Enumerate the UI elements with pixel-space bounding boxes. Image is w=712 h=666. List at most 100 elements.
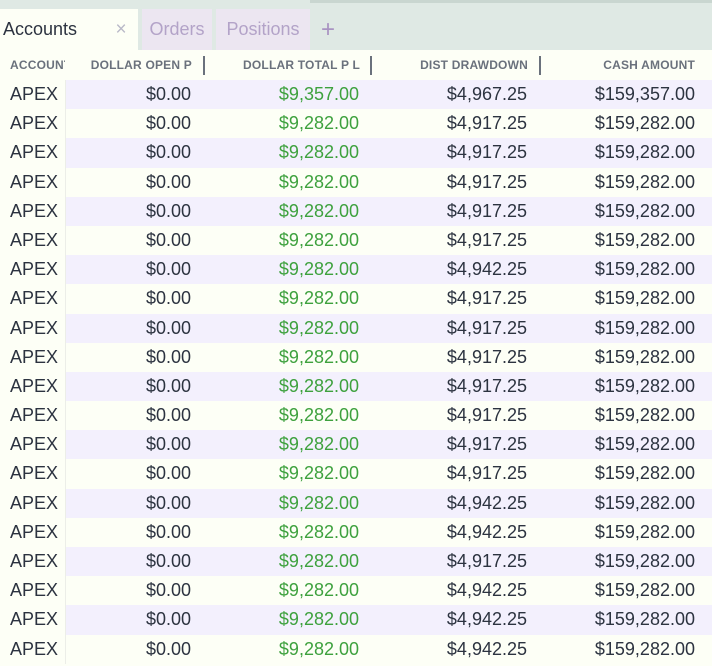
accounts-panel: Accounts × Orders Positions + ACCOUNT DO…	[0, 0, 712, 666]
account-cell: APEX	[10, 434, 59, 455]
tab-orders[interactable]: Orders	[142, 9, 212, 50]
column-divider	[65, 371, 66, 402]
table-row[interactable]: APEX $0.00 $9,282.00 $4,917.25 $159,282.00	[0, 401, 712, 431]
add-tab-icon[interactable]: +	[314, 9, 342, 50]
column-divider	[65, 401, 66, 431]
dollar-open-pl-cell: $0.00	[145, 405, 191, 426]
dollar-open-pl-cell: $0.00	[145, 113, 191, 134]
dist-drawdown-cell: $4,942.25	[446, 609, 527, 630]
table-row[interactable]: APEX $0.00 $9,282.00 $4,942.25 $159,282.00	[0, 488, 712, 518]
cash-amount-cell: $159,282.00	[594, 580, 695, 601]
tab-accounts-label: Accounts	[3, 19, 78, 39]
column-header-dollar-total-pl[interactable]: DOLLAR TOTAL P L	[210, 50, 360, 80]
dollar-total-pl-cell: $9,282.00	[278, 434, 359, 455]
dollar-total-pl-cell: $9,282.00	[278, 521, 359, 542]
table-row[interactable]: APEX $0.00 $9,282.00 $4,917.25 $159,282.00	[0, 547, 712, 577]
dollar-open-pl-cell: $0.00	[145, 580, 191, 601]
dist-drawdown-cell: $4,917.25	[446, 551, 527, 571]
table-row[interactable]: APEX $0.00 $9,282.00 $4,942.25 $159,282.00	[0, 517, 712, 547]
dist-drawdown-cell: $4,917.25	[446, 142, 527, 163]
dist-drawdown-cell: $4,942.25	[446, 521, 527, 542]
dist-drawdown-cell: $4,942.25	[446, 259, 527, 280]
dollar-total-pl-cell: $9,282.00	[278, 171, 359, 192]
table-row[interactable]: APEX $0.00 $9,282.00 $4,917.25 $159,282.00	[0, 167, 712, 197]
dollar-total-pl-cell: $9,357.00	[278, 84, 359, 104]
cash-amount-cell: $159,282.00	[594, 434, 695, 455]
dollar-open-pl-cell: $0.00	[145, 288, 191, 309]
table-row[interactable]: APEX $0.00 $9,282.00 $4,917.25 $159,282.00	[0, 459, 712, 489]
dollar-open-pl-cell: $0.00	[145, 229, 191, 250]
cash-amount-cell: $159,282.00	[594, 288, 695, 309]
tab-accounts[interactable]: Accounts ×	[0, 9, 138, 50]
account-cell: APEX	[10, 492, 59, 513]
cash-amount-cell: $159,282.00	[594, 346, 695, 367]
table-row[interactable]: APEX $0.00 $9,282.00 $4,942.25 $159,282.00	[0, 605, 712, 635]
account-cell: APEX	[10, 463, 59, 484]
table-row[interactable]: APEX $0.00 $9,282.00 $4,917.25 $159,282.00	[0, 196, 712, 226]
tab-orders-label: Orders	[149, 19, 205, 39]
dollar-total-pl-cell: $9,282.00	[278, 580, 359, 601]
account-cell: APEX	[10, 580, 59, 601]
account-cell: APEX	[10, 200, 59, 221]
dist-drawdown-cell: $4,917.25	[446, 288, 527, 309]
table-row[interactable]: APEX $0.00 $9,282.00 $4,942.25 $159,282.00	[0, 255, 712, 285]
dollar-total-pl-cell: $9,282.00	[278, 463, 359, 484]
column-resize-handle[interactable]	[539, 56, 541, 75]
dollar-open-pl-cell: $0.00	[145, 638, 191, 659]
tab-bar: Accounts × Orders Positions +	[0, 0, 712, 50]
column-divider	[65, 80, 66, 110]
column-header-dist-drawdown[interactable]: DIST DRAWDOWN	[380, 50, 528, 80]
cash-amount-cell: $159,282.00	[594, 375, 695, 396]
dist-drawdown-cell: $4,942.25	[446, 580, 527, 601]
close-icon[interactable]: ×	[104, 19, 138, 41]
column-header-account[interactable]: ACCOUNT	[10, 50, 65, 80]
column-divider	[65, 430, 66, 460]
dollar-total-pl-cell: $9,282.00	[278, 638, 359, 659]
table-row[interactable]: APEX $0.00 $9,282.00 $4,917.25 $159,282.00	[0, 284, 712, 314]
cash-amount-cell: $159,282.00	[594, 113, 695, 134]
table-row[interactable]: APEX $0.00 $9,282.00 $4,917.25 $159,282.00	[0, 430, 712, 460]
account-cell: APEX	[10, 84, 59, 104]
table-row[interactable]: APEX $0.00 $9,282.00 $4,917.25 $159,282.00	[0, 109, 712, 139]
dist-drawdown-cell: $4,917.25	[446, 317, 527, 338]
dollar-open-pl-cell: $0.00	[145, 346, 191, 367]
dollar-total-pl-cell: $9,282.00	[278, 288, 359, 309]
account-cell: APEX	[10, 229, 59, 250]
table-row[interactable]: APEX $0.00 $9,282.00 $4,942.25 $159,282.00	[0, 634, 712, 664]
cash-amount-cell: $159,357.00	[594, 84, 695, 104]
cash-amount-cell: $159,282.00	[594, 200, 695, 221]
table-row[interactable]: APEX $0.00 $9,282.00 $4,917.25 $159,282.00	[0, 225, 712, 256]
cash-amount-cell: $159,282.00	[594, 463, 695, 484]
column-resize-handle[interactable]	[203, 56, 205, 75]
dist-drawdown-cell: $4,942.25	[446, 638, 527, 659]
dist-drawdown-cell: $4,917.25	[446, 200, 527, 221]
table-header: ACCOUNT DOLLAR OPEN P DOLLAR TOTAL P L D…	[0, 50, 712, 81]
column-divider	[65, 342, 66, 372]
account-cell: APEX	[10, 375, 59, 396]
tab-positions[interactable]: Positions	[216, 9, 310, 50]
dollar-open-pl-cell: $0.00	[145, 84, 191, 104]
cash-amount-cell: $159,282.00	[594, 405, 695, 426]
column-header-dollar-open-pl[interactable]: DOLLAR OPEN P	[70, 50, 192, 80]
table-row[interactable]: APEX $0.00 $9,282.00 $4,917.25 $159,282.00	[0, 313, 712, 343]
column-resize-handle[interactable]	[370, 56, 372, 75]
dollar-total-pl-cell: $9,282.00	[278, 200, 359, 221]
column-divider	[65, 284, 66, 314]
table-row[interactable]: APEX $0.00 $9,357.00 $4,967.25 $159,357.00	[0, 80, 712, 110]
cash-amount-cell: $159,282.00	[594, 551, 695, 571]
dollar-open-pl-cell: $0.00	[145, 200, 191, 221]
cash-amount-cell: $159,282.00	[594, 521, 695, 542]
column-divider	[65, 196, 66, 226]
accounts-table-body: APEX $0.00 $9,357.00 $4,967.25 $159,357.00 AP…	[0, 80, 712, 664]
table-row[interactable]: APEX $0.00 $9,282.00 $4,917.25 $159,282.00	[0, 138, 712, 168]
dollar-total-pl-cell: $9,282.00	[278, 405, 359, 426]
cash-amount-cell: $159,282.00	[594, 317, 695, 338]
dollar-open-pl-cell: $0.00	[145, 317, 191, 338]
table-row[interactable]: APEX $0.00 $9,282.00 $4,917.25 $159,282.00	[0, 371, 712, 402]
dist-drawdown-cell: $4,917.25	[446, 346, 527, 367]
table-row[interactable]: APEX $0.00 $9,282.00 $4,942.25 $159,282.00	[0, 576, 712, 606]
column-header-cash-amount[interactable]: CASH AMOUNT	[545, 50, 695, 80]
table-row[interactable]: APEX $0.00 $9,282.00 $4,917.25 $159,282.00	[0, 342, 712, 372]
dist-drawdown-cell: $4,967.25	[446, 84, 527, 104]
dollar-total-pl-cell: $9,282.00	[278, 551, 359, 571]
